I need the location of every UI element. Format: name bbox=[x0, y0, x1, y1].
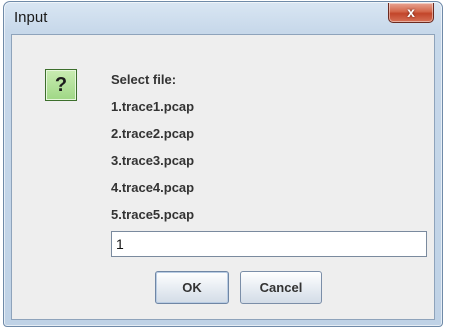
input-dialog-window: Input x ? Select file: 1.trace1.pcap 2.t… bbox=[3, 1, 443, 327]
file-option-5: 5.trace5.pcap bbox=[111, 207, 195, 222]
selection-input[interactable] bbox=[111, 231, 427, 257]
cancel-button[interactable]: Cancel bbox=[240, 271, 322, 304]
file-option-3: 3.trace3.pcap bbox=[111, 153, 195, 168]
close-icon: x bbox=[407, 4, 415, 20]
question-glyph: ? bbox=[54, 74, 68, 96]
prompt-label: Select file: bbox=[111, 72, 177, 87]
file-option-2: 2.trace2.pcap bbox=[111, 126, 195, 141]
file-option-1: 1.trace1.pcap bbox=[111, 99, 195, 114]
dialog-content: ? Select file: 1.trace1.pcap 2.trace2.pc… bbox=[11, 34, 435, 320]
title-bar[interactable]: Input x bbox=[4, 2, 442, 34]
file-option-4: 4.trace4.pcap bbox=[111, 180, 195, 195]
ok-button[interactable]: OK bbox=[155, 271, 229, 304]
close-button[interactable]: x bbox=[388, 3, 434, 23]
question-icon: ? bbox=[45, 69, 77, 101]
window-title: Input bbox=[14, 9, 48, 26]
